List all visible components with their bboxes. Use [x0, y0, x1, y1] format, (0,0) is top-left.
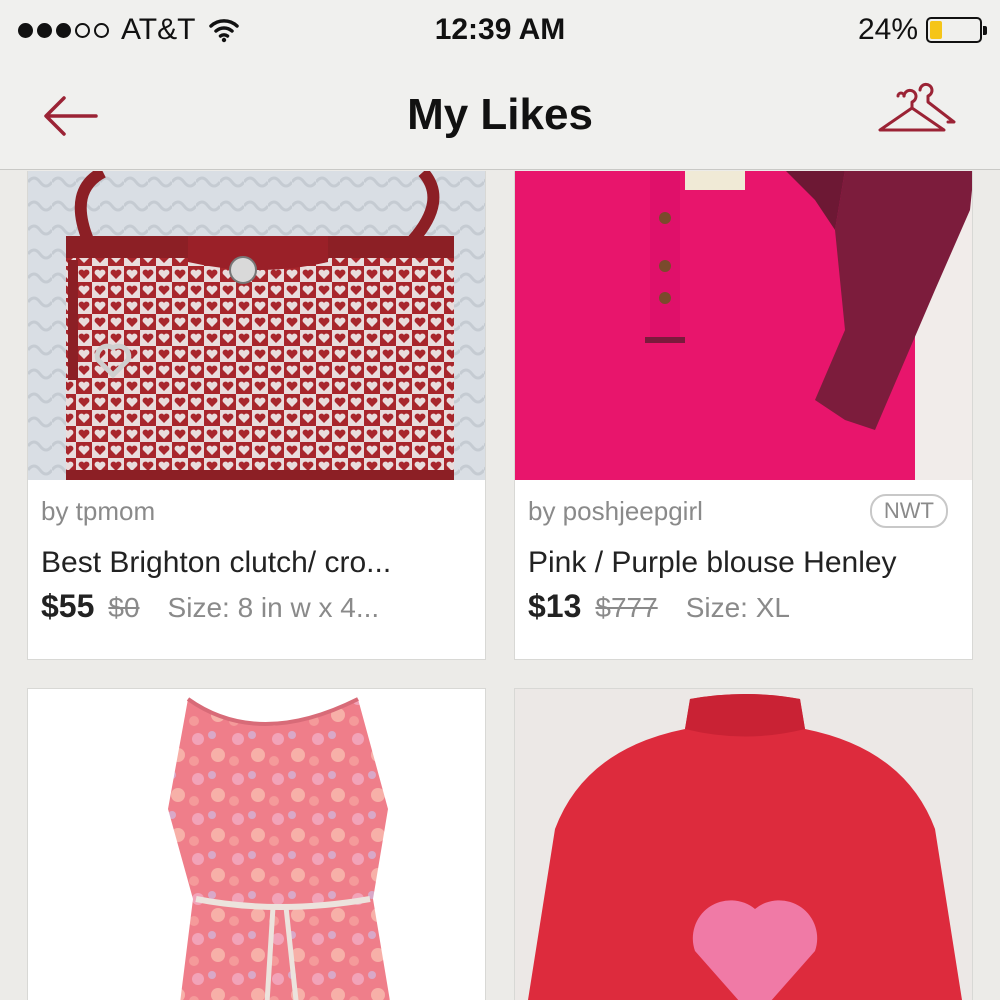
status-bar: AT&T 12:39 AM 24%	[0, 0, 1000, 60]
price-row: $55 $0 Size: 8 in w x 4...	[41, 588, 465, 625]
handbag-photo	[28, 171, 485, 480]
battery-percent: 24%	[857, 13, 918, 46]
price-row: $13 $777 Size: XL	[528, 588, 952, 625]
battery-icon	[926, 17, 987, 43]
listing-image-handbag[interactable]	[28, 171, 485, 480]
page-title: My Likes	[407, 89, 593, 139]
wifi-icon	[209, 19, 240, 43]
carrier-name: AT&T	[121, 13, 196, 46]
listing-price: $55	[41, 588, 95, 624]
listing-size: Size: XL	[685, 592, 790, 623]
original-price: $0	[108, 592, 140, 623]
seller-name[interactable]: by tpmom	[41, 496, 155, 527]
dress-photo	[28, 689, 485, 1000]
listing-info: by poshjeepgirl NWT Pink / Purple blouse…	[515, 480, 972, 661]
listing-title: Best Brighton clutch/ cro...	[41, 546, 392, 579]
signal-strength-icon	[18, 22, 109, 38]
blouse-photo	[515, 171, 972, 480]
listing-image-sweater[interactable]	[515, 689, 972, 1000]
sweater-photo	[515, 689, 972, 1000]
listing-card[interactable]: by poshjeepgirl NWT Pink / Purple blouse…	[514, 171, 973, 660]
listing-card[interactable]	[514, 688, 973, 1000]
status-right: 24%	[857, 13, 987, 47]
hangers-icon[interactable]	[874, 82, 958, 142]
navigation-bar: My Likes	[0, 60, 1000, 170]
listing-card[interactable]	[27, 688, 486, 1000]
likes-grid: by tpmom Best Brighton clutch/ cro... $5…	[0, 171, 1000, 1000]
original-price: $777	[595, 592, 658, 623]
listing-size: Size: 8 in w x 4...	[167, 592, 380, 623]
listing-price: $13	[528, 588, 582, 624]
listing-info: by tpmom Best Brighton clutch/ cro... $5…	[28, 480, 485, 661]
listing-card[interactable]: by tpmom Best Brighton clutch/ cro... $5…	[27, 171, 486, 660]
nwt-badge: NWT	[869, 494, 948, 528]
listing-image-blouse[interactable]	[515, 171, 972, 480]
battery-fill	[930, 21, 942, 39]
back-arrow-icon[interactable]	[38, 88, 102, 144]
seller-name[interactable]: by poshjeepgirl	[528, 496, 703, 527]
listing-title: Pink / Purple blouse Henley	[528, 546, 897, 579]
listing-image-dress[interactable]	[28, 689, 485, 1000]
status-left: AT&T	[18, 13, 240, 47]
